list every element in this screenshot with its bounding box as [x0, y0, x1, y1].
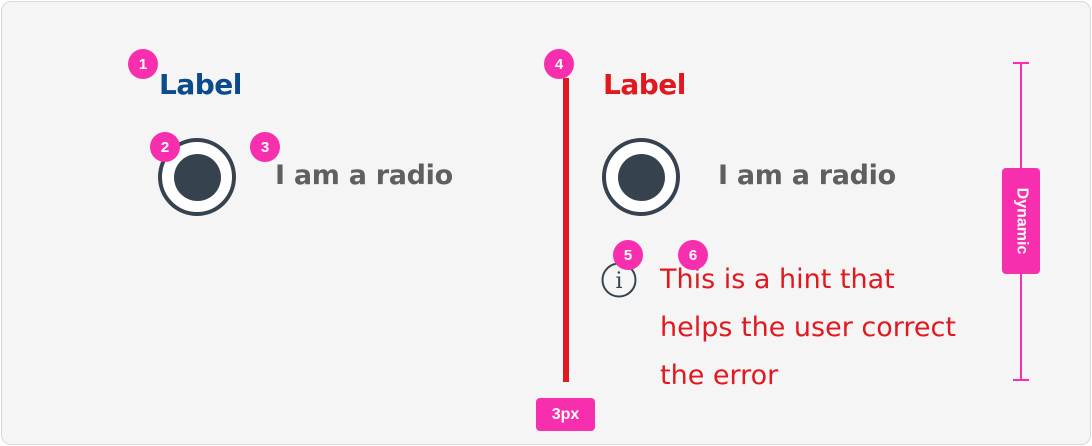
error-left-border [563, 78, 569, 382]
badge-3: 3 [250, 132, 280, 162]
height-dimension-tag: Dynamic [1002, 168, 1040, 274]
bar-width-tag: 3px [536, 398, 595, 431]
error-radio-button[interactable] [602, 138, 680, 216]
badge-4: 4 [544, 49, 574, 79]
dimension-cap-top [1013, 62, 1029, 64]
radio-dot [617, 153, 665, 201]
dimension-cap-bottom [1013, 379, 1029, 381]
radio-dot [173, 153, 221, 201]
error-label: Label [603, 68, 686, 101]
hint-line: the error [660, 360, 779, 391]
hint-line: This is a hint that [660, 264, 895, 295]
error-radio-label: I am a radio [718, 160, 896, 191]
badge-2: 2 [150, 132, 180, 162]
default-radio-label: I am a radio [275, 160, 453, 191]
height-dimension-text: Dynamic [1013, 187, 1031, 255]
badge-6: 6 [678, 240, 708, 270]
error-hint-text: This is a hint that helps the user corre… [660, 256, 990, 400]
hint-line: helps the user correct [660, 312, 956, 343]
badge-1: 1 [128, 49, 158, 79]
default-label: Label [159, 68, 242, 101]
svg-text:i: i [615, 269, 622, 294]
badge-5: 5 [613, 240, 643, 270]
